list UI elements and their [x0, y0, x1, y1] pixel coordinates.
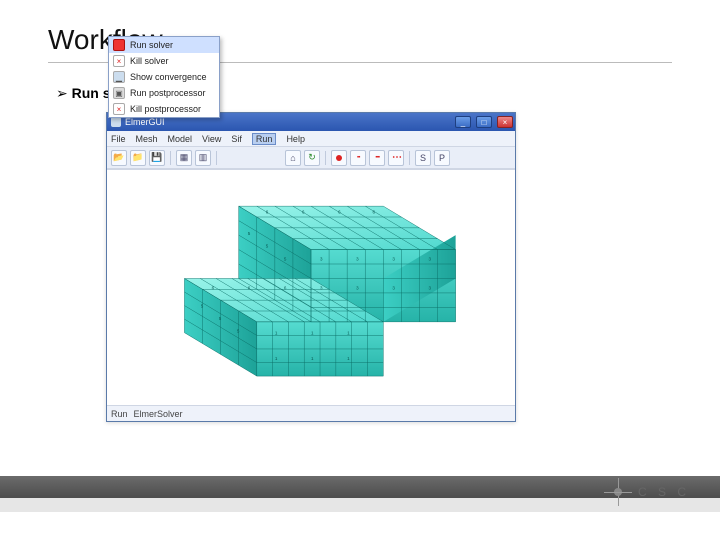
dropdown-label: Show convergence: [130, 72, 207, 82]
dropdown-label: Kill solver: [130, 56, 169, 66]
dropdown-label: Run solver: [130, 40, 173, 50]
titlebar-title: ElmerGUI: [125, 117, 165, 127]
tool-open-icon[interactable]: 📂: [111, 150, 127, 166]
toolbar-separator: [409, 151, 410, 165]
menu-view[interactable]: View: [202, 134, 221, 144]
kill-icon: ×: [113, 55, 125, 67]
maximize-button[interactable]: □: [476, 116, 492, 128]
dropdown-item-run-postprocessor[interactable]: ▣ Run postprocessor: [109, 85, 219, 101]
minimize-button[interactable]: _: [455, 116, 471, 128]
dropdown-label: Kill postprocessor: [130, 104, 201, 114]
status-prefix: Run: [111, 409, 128, 419]
tool-p-icon[interactable]: P: [434, 150, 450, 166]
tool-kill-solver-icon[interactable]: ··: [350, 150, 366, 166]
statusbar: Run ElmerSolver: [107, 405, 515, 421]
logo: C S C: [604, 478, 690, 506]
app-window: ElmerGUI _ □ × File Mesh Model View Sif …: [106, 112, 516, 422]
dropdown-item-run-solver[interactable]: Run solver: [109, 37, 219, 53]
app-icon: [111, 117, 121, 127]
tool-postproc-icon[interactable]: ⋯: [388, 150, 404, 166]
viewport-3d[interactable]: 6666 3333 3333 555 666 111 111 555: [107, 169, 515, 405]
menu-help[interactable]: Help: [286, 134, 305, 144]
dropdown-item-kill-solver[interactable]: × Kill solver: [109, 53, 219, 69]
status-file: ElmerSolver: [134, 409, 183, 419]
close-button[interactable]: ×: [497, 116, 513, 128]
dropdown-item-kill-postprocessor[interactable]: × Kill postprocessor: [109, 101, 219, 117]
run-icon: [113, 39, 125, 51]
tool-home-icon[interactable]: ⌂: [285, 150, 301, 166]
tool-s-icon[interactable]: S: [415, 150, 431, 166]
tool-save-icon[interactable]: 💾: [149, 150, 165, 166]
tool-run-solver-icon[interactable]: [331, 150, 347, 166]
tool-folder-icon[interactable]: 📁: [130, 150, 146, 166]
menu-sif[interactable]: Sif: [231, 134, 242, 144]
toolbar-separator: [216, 151, 217, 165]
tool-select-icon[interactable]: ▥: [195, 150, 211, 166]
dropdown-label: Run postprocessor: [130, 88, 206, 98]
tool-model-icon[interactable]: ▦: [176, 150, 192, 166]
toolbar-separator: [170, 151, 171, 165]
logo-mark-icon: [604, 478, 632, 506]
menubar: File Mesh Model View Sif Run Help: [107, 131, 515, 147]
menu-run[interactable]: Run: [252, 133, 277, 145]
menu-file[interactable]: File: [111, 134, 126, 144]
toolbar: 📂 📁 💾 ▦ ▥ ⌂ ↻ ·· ··· ⋯ S P: [107, 147, 515, 169]
menu-model[interactable]: Model: [168, 134, 193, 144]
run-menu-dropdown: Run solver × Kill solver ▁ Show converge…: [108, 36, 220, 118]
logo-text: C S C: [638, 485, 690, 499]
toolbar-separator: [325, 151, 326, 165]
tool-convergence-icon[interactable]: ···: [369, 150, 385, 166]
tool-redo-icon[interactable]: ↻: [304, 150, 320, 166]
menu-mesh[interactable]: Mesh: [136, 134, 158, 144]
plot-icon: ▁: [113, 71, 125, 83]
kill-icon: ×: [113, 103, 125, 115]
mesh-model: 6666 3333 3333 555 666 111 111 555: [107, 170, 515, 405]
dropdown-item-show-convergence[interactable]: ▁ Show convergence: [109, 69, 219, 85]
postprocessor-icon: ▣: [113, 87, 125, 99]
